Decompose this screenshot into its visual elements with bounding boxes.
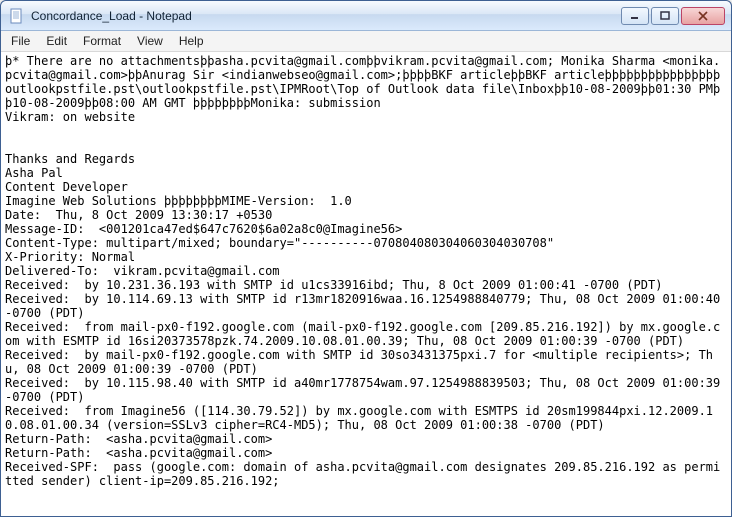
menubar: File Edit Format View Help (1, 31, 731, 52)
menu-format[interactable]: Format (75, 31, 129, 51)
text-editor[interactable] (1, 52, 731, 516)
window-title: Concordance_Load - Notepad (31, 9, 621, 23)
window-controls (621, 7, 725, 25)
menu-edit[interactable]: Edit (38, 31, 75, 51)
titlebar[interactable]: Concordance_Load - Notepad (1, 1, 731, 31)
minimize-icon (630, 11, 640, 21)
client-area (1, 52, 731, 516)
menu-file[interactable]: File (3, 31, 38, 51)
close-button[interactable] (681, 7, 725, 25)
notepad-window: Concordance_Load - Notepad File Edit For… (0, 0, 732, 517)
menu-help[interactable]: Help (171, 31, 212, 51)
minimize-button[interactable] (621, 7, 649, 25)
maximize-button[interactable] (651, 7, 679, 25)
app-icon (9, 8, 25, 24)
menu-view[interactable]: View (129, 31, 171, 51)
maximize-icon (660, 11, 670, 21)
close-icon (698, 11, 708, 21)
